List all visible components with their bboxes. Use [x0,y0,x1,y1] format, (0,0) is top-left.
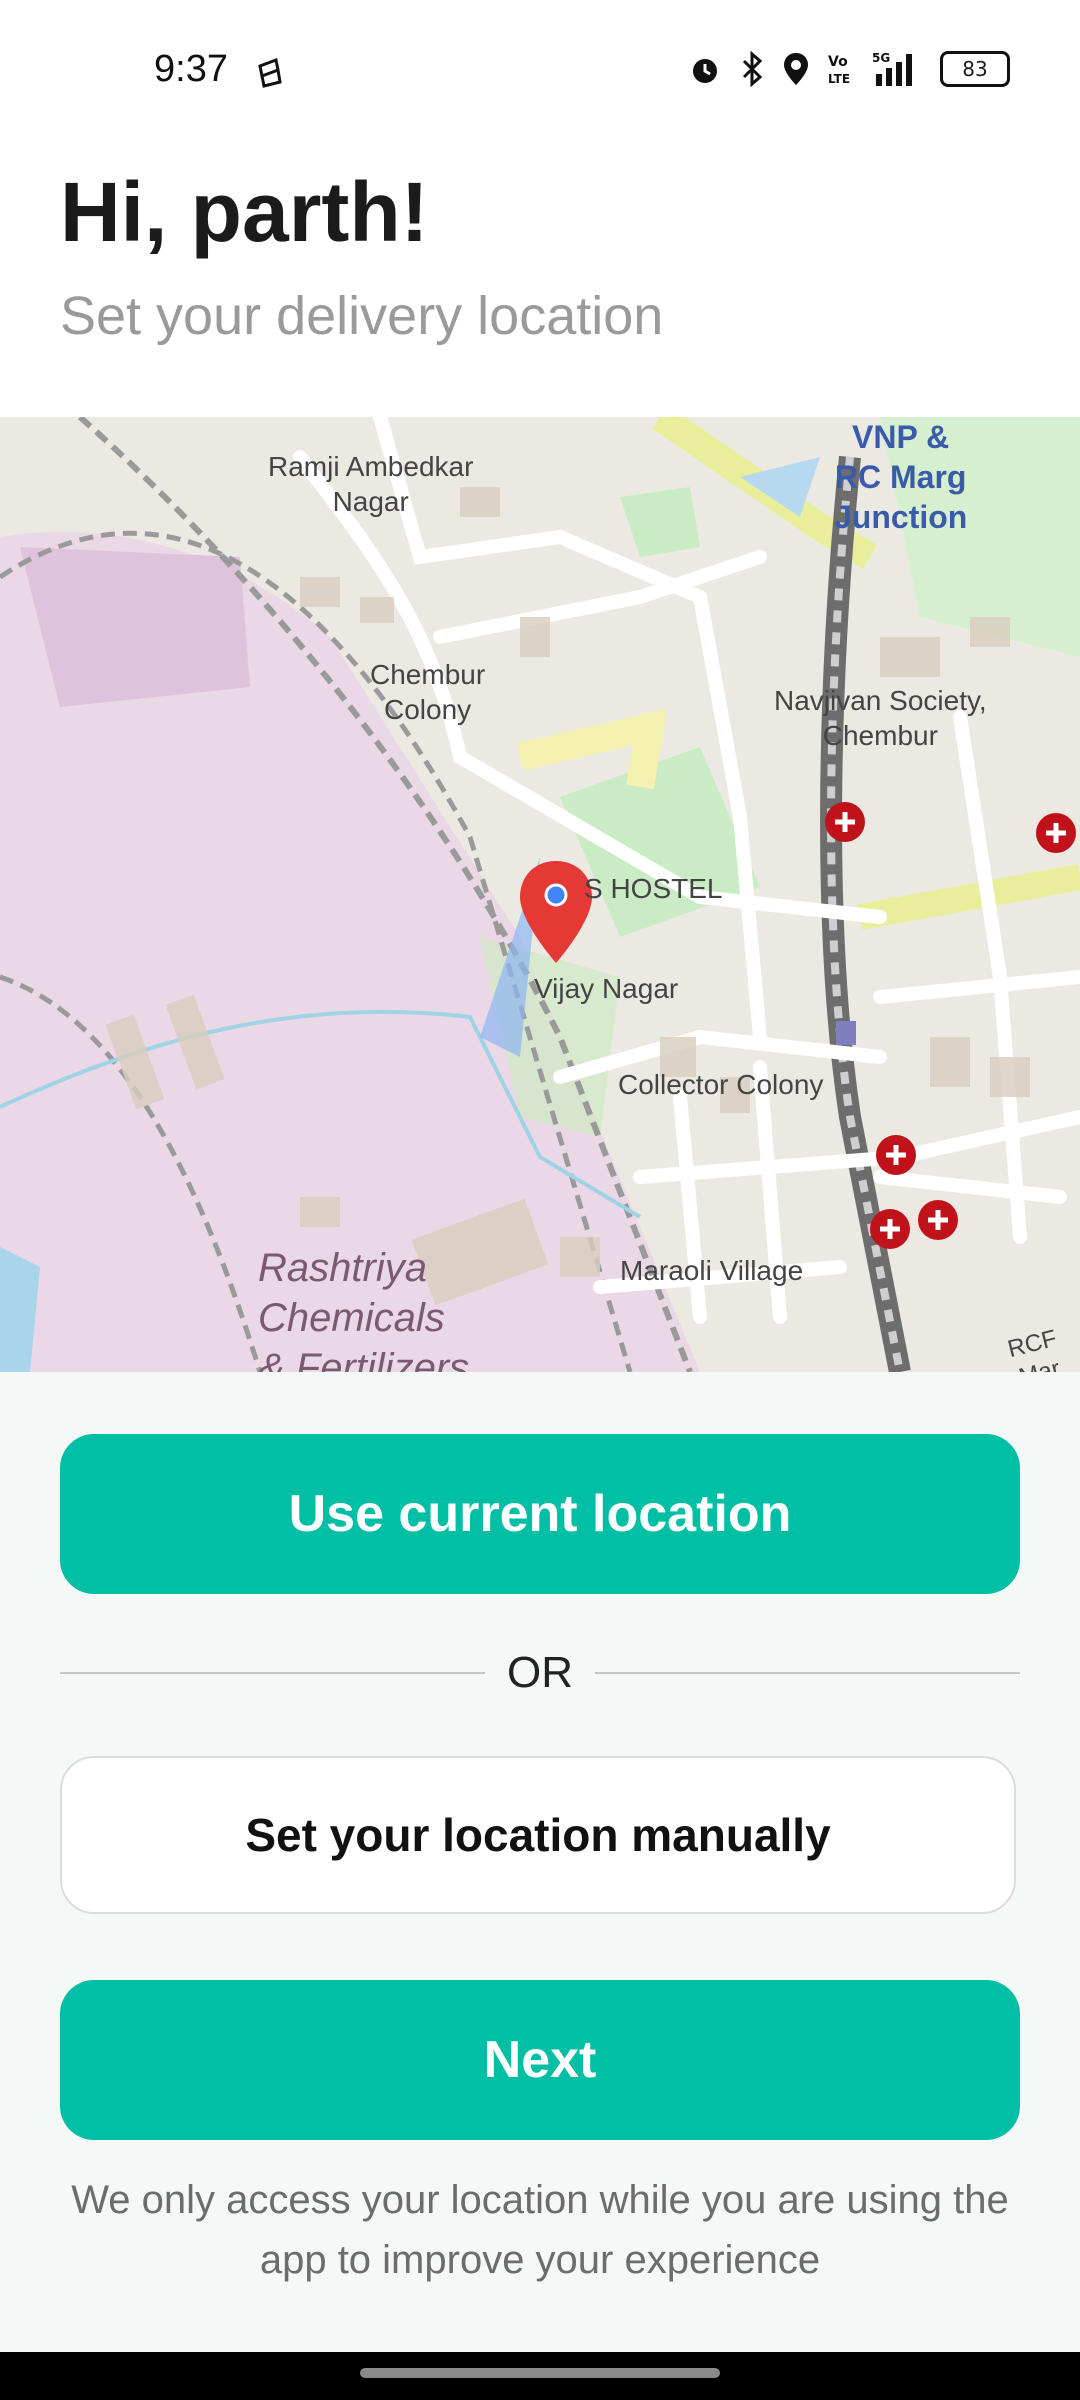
sync-icon [258,57,282,88]
next-button[interactable]: Next [60,1980,1020,2140]
page-subtitle: Set your delivery location [60,286,664,346]
svg-text:LTE: LTE [828,72,850,86]
hospital-icon[interactable] [876,1135,916,1175]
hospital-icon[interactable] [870,1209,910,1249]
map-label: S HOSTEL [584,873,723,904]
divider-line [60,1672,485,1674]
privacy-note: We only access your location while you a… [71,2178,1009,2282]
map-label: Ramji Ambedkar Nagar [268,451,474,517]
set-location-manually-button[interactable]: Set your location manually [60,1756,1016,1914]
status-bar: 9:37 Vo LTE 5G 83 [0,0,1080,140]
map-label: VNP & RC Marg Junction [834,419,968,535]
map-label: Navjivan Society, Chembur [774,685,987,751]
signal-5g-icon: 5G [872,51,912,86]
battery-icon: 83 [940,51,1010,87]
hospital-icon[interactable] [825,802,865,842]
map-label: Chembur Colony [370,659,486,725]
status-time: 9:37 [154,48,228,90]
home-handle[interactable] [360,2368,720,2378]
battery-level: 83 [962,57,988,81]
navigation-bar [0,2352,1080,2400]
or-divider: OR [60,1648,1020,1698]
svg-text:5G: 5G [872,51,890,65]
location-icon [784,53,808,85]
map-label: Collector Colony [618,1069,824,1100]
hospital-icon[interactable] [1036,813,1076,853]
map-tiles [0,417,1080,1372]
bluetooth-icon [742,51,763,87]
svg-text:Vo: Vo [828,54,848,70]
map-label: Rashtriya Chemicals & Fertilizers [258,1246,470,1372]
hospital-icon[interactable] [918,1200,958,1240]
divider-line [595,1672,1020,1674]
or-text: OR [507,1648,573,1697]
map-view[interactable]: Ramji Ambedkar Nagar VNP & RC Marg Junct… [0,417,1080,1372]
map-label: Maraoli Village [620,1255,804,1286]
use-current-location-button[interactable]: Use current location [60,1434,1020,1594]
volte-icon: Vo LTE [828,54,850,86]
map-label: Vijay Nagar [534,973,679,1004]
page-title: Hi, parth! [60,165,429,259]
alarm-icon [693,59,717,83]
